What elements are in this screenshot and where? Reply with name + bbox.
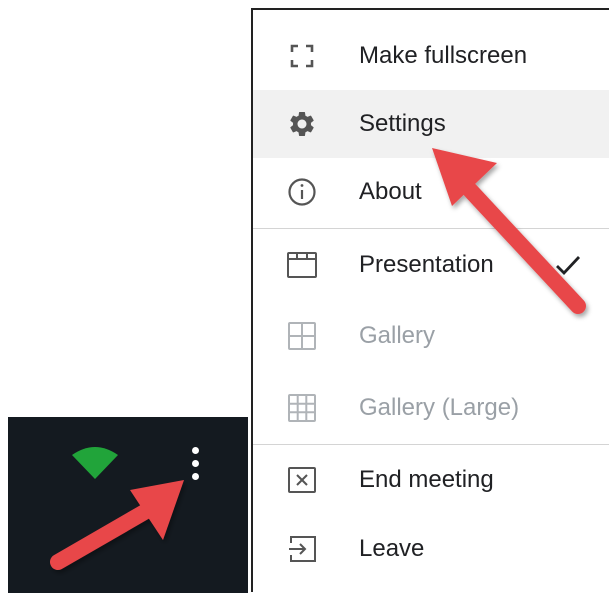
signal-icon — [72, 447, 118, 479]
gallery-grid-icon — [285, 319, 319, 353]
menu-item-about[interactable]: About — [253, 158, 609, 226]
menu-item-gallery-large[interactable]: Gallery (Large) — [253, 374, 609, 442]
menu-item-leave[interactable]: Leave — [253, 515, 609, 583]
more-options-button[interactable] — [184, 443, 208, 483]
overflow-menu: Make fullscreen Settings About Presentat… — [251, 8, 609, 592]
more-vertical-icon-dot — [192, 473, 199, 480]
menu-item-label: Gallery (Large) — [359, 394, 520, 421]
end-meeting-icon — [285, 463, 319, 497]
menu-item-settings[interactable]: Settings — [253, 90, 609, 158]
gallery-large-grid-icon — [285, 391, 319, 425]
menu-item-end-meeting[interactable]: End meeting — [253, 446, 609, 514]
leave-icon — [285, 532, 319, 566]
menu-item-label: About — [359, 178, 422, 205]
menu-divider — [253, 228, 609, 229]
menu-item-presentation[interactable]: Presentation — [253, 231, 609, 299]
menu-item-label: Gallery — [359, 322, 436, 349]
info-icon — [285, 175, 319, 209]
menu-item-label: End meeting — [359, 466, 494, 493]
menu-item-label: Make fullscreen — [359, 42, 528, 69]
meeting-toolbar — [8, 417, 248, 593]
menu-item-gallery[interactable]: Gallery — [253, 302, 609, 370]
menu-divider — [253, 444, 609, 445]
fullscreen-icon — [285, 39, 319, 73]
more-vertical-icon — [192, 447, 199, 454]
gear-icon — [285, 107, 319, 141]
menu-item-label: Leave — [359, 535, 425, 562]
more-vertical-icon-dot — [192, 460, 199, 467]
presentation-layout-icon — [285, 248, 319, 282]
menu-item-make-fullscreen[interactable]: Make fullscreen — [253, 22, 609, 90]
menu-item-label: Settings — [359, 110, 446, 137]
checkmark-icon — [556, 256, 581, 276]
screenshot-stage: Make fullscreen Settings About Presentat… — [0, 0, 609, 593]
menu-item-label: Presentation — [359, 251, 494, 278]
